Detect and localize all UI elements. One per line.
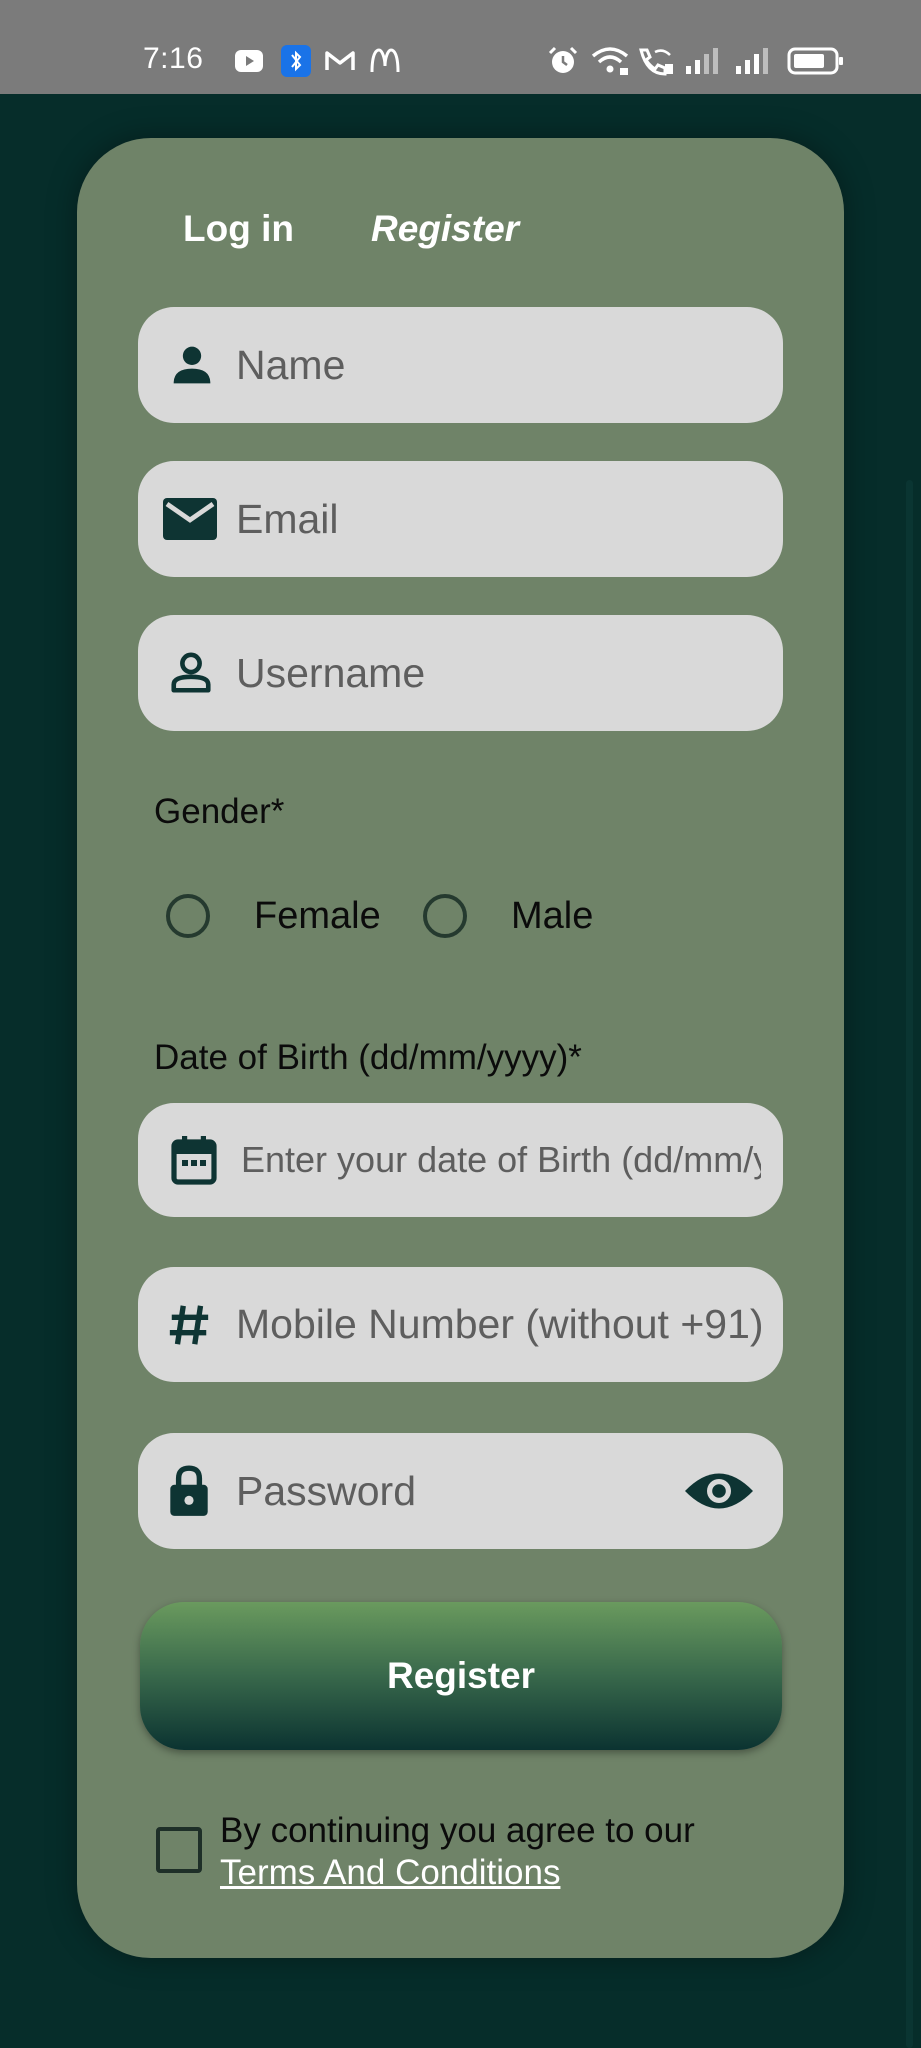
wifi-icon [591,47,629,75]
status-bar: 7:16 [0,0,921,94]
person-outline-icon [171,652,211,693]
terms-checkbox[interactable] [156,1827,202,1873]
email-field[interactable] [138,461,783,577]
email-input[interactable] [236,461,761,577]
terms-link[interactable]: Terms And Conditions [220,1852,560,1894]
tab-login[interactable]: Log in [183,208,294,250]
mobile-field[interactable] [138,1267,783,1382]
youtube-icon [235,50,263,72]
gender-label: Gender* [154,792,285,831]
radio-male[interactable] [423,894,467,938]
name-field[interactable] [138,307,783,423]
calendar-icon [171,1136,217,1185]
password-field[interactable] [138,1433,783,1549]
dob-input[interactable] [241,1103,761,1217]
person-icon [173,346,211,384]
mail-icon [163,498,217,540]
dob-field[interactable] [138,1103,783,1217]
radio-female[interactable] [166,894,210,938]
radio-male-label: Male [511,895,594,937]
lock-icon [170,1465,208,1516]
register-button[interactable]: Register [140,1602,782,1750]
name-input[interactable] [236,307,761,423]
alarm-icon [548,46,578,73]
signal-icon [686,48,718,74]
mobile-input[interactable] [236,1267,761,1382]
username-input[interactable] [236,615,761,731]
eye-icon[interactable] [683,1468,755,1514]
terms-text: By continuing you agree to our Terms And… [220,1810,695,1894]
battery-icon [787,47,843,75]
mcdonalds-icon [370,48,400,73]
signal-icon [736,48,768,74]
tab-register[interactable]: Register [371,208,519,250]
username-field[interactable] [138,615,783,731]
terms-prefix: By continuing you agree to our [220,1811,695,1850]
status-time: 7:16 [143,42,204,75]
hashtag-icon [169,1304,209,1345]
dob-label: Date of Birth (dd/mm/yyyy)* [154,1038,582,1077]
password-input[interactable] [236,1433,673,1549]
radio-female-label: Female [254,895,381,937]
scrollbar[interactable] [906,480,913,2048]
gmail-icon [325,51,355,70]
call-wifi-icon [639,48,673,76]
bluetooth-icon [281,45,311,77]
